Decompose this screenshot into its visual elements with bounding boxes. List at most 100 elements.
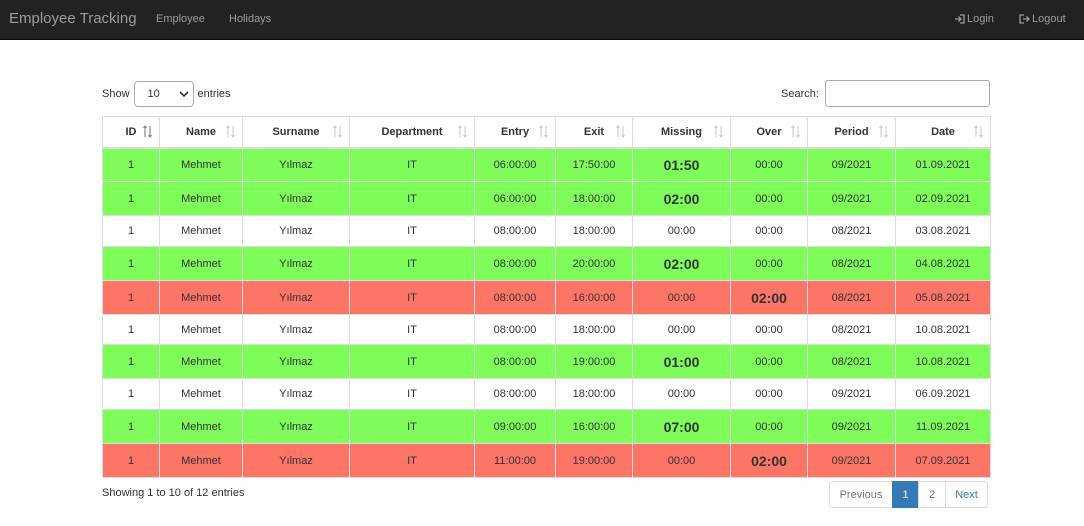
show-label: Show (102, 88, 130, 100)
cell-entry: 08:00:00 (474, 246, 556, 281)
column-header-label: Missing (661, 125, 702, 138)
search-input[interactable] (824, 80, 990, 107)
cell-date: 11.09.2021 (895, 409, 991, 444)
column-header-id[interactable]: ID (102, 116, 160, 149)
sort-icon (226, 125, 235, 138)
cell-department: IT (349, 378, 475, 410)
cell-name: Mehmet (159, 314, 243, 345)
cell-entry: 11:00:00 (474, 443, 556, 478)
cell-exit: 18:00:00 (555, 314, 633, 345)
column-header-surname[interactable]: Surname (242, 116, 350, 149)
table-info: Showing 1 to 10 of 12 entries (102, 487, 245, 499)
column-header-over[interactable]: Over (730, 116, 808, 149)
cell-department: IT (349, 181, 475, 216)
cell-missing: 00:00 (632, 378, 731, 410)
cell-over: 02:00 (730, 280, 808, 315)
sort-icon (974, 125, 983, 138)
brand-link[interactable]: Employee Tracking (9, 10, 137, 27)
column-header-period[interactable]: Period (807, 116, 896, 149)
cell-exit: 20:00:00 (555, 246, 633, 281)
table-row: 1 Mehmet Yılmaz IT 08:00:00 18:00:00 00:00 00:0… (102, 378, 991, 410)
cell-date: 04.08.2021 (895, 246, 991, 281)
column-header-label: ID (125, 125, 137, 138)
navbar: Employee Tracking Employee Holidays Logi… (0, 0, 1084, 40)
page-2-button[interactable]: 2 (918, 481, 946, 508)
cell-department: IT (349, 147, 475, 182)
cell-entry: 08:00:00 (474, 378, 556, 410)
cell-missing: 00:00 (632, 443, 731, 478)
sort-icon (879, 125, 888, 138)
table-row: 1 Mehmet Yılmaz IT 08:00:00 20:00:00 02:00 00:0… (102, 246, 991, 281)
cell-period: 09/2021 (807, 443, 896, 478)
cell-name: Mehmet (159, 147, 243, 182)
cell-surname: Yılmaz (242, 378, 350, 410)
column-header-missing[interactable]: Missing (632, 116, 731, 149)
search-control: Search: (781, 80, 990, 107)
cell-exit: 18:00:00 (555, 215, 633, 247)
cell-period: 09/2021 (807, 181, 896, 216)
cell-department: IT (349, 344, 475, 379)
cell-period: 09/2021 (807, 147, 896, 182)
cell-missing: 00:00 (632, 314, 731, 345)
cell-name: Mehmet (159, 443, 243, 478)
chevron-down-icon (178, 90, 189, 97)
cell-over: 00:00 (730, 344, 808, 379)
cell-name: Mehmet (159, 215, 243, 247)
cell-over: 00:00 (730, 378, 808, 410)
cell-period: 08/2021 (807, 344, 896, 379)
nav-employee[interactable]: Employee (156, 13, 205, 25)
previous-page-button[interactable]: Previous (829, 481, 893, 508)
table-row: 1 Mehmet Yılmaz IT 06:00:00 17:50:00 01:50 00:0… (102, 147, 991, 182)
cell-id: 1 (102, 443, 160, 478)
cell-missing: 02:00 (632, 181, 731, 216)
column-header-name[interactable]: Name (159, 116, 243, 149)
table-body: 1 Mehmet Yılmaz IT 06:00:00 17:50:00 01:50 00:0… (102, 147, 991, 478)
column-header-entry[interactable]: Entry (474, 116, 556, 149)
cell-id: 1 (102, 280, 160, 315)
cell-surname: Yılmaz (242, 246, 350, 281)
logout-link[interactable]: Logout (1019, 13, 1066, 25)
login-link[interactable]: Login (954, 13, 994, 25)
column-header-date[interactable]: Date (895, 116, 991, 149)
next-page-button[interactable]: Next (945, 481, 988, 508)
pagination: Previous 1 2 Next (829, 481, 988, 508)
page-1-button[interactable]: 1 (892, 481, 919, 508)
cell-exit: 16:00:00 (555, 280, 633, 315)
cell-entry: 08:00:00 (474, 215, 556, 247)
cell-surname: Yılmaz (242, 409, 350, 444)
cell-date: 01.09.2021 (895, 147, 991, 182)
column-header-label: Name (186, 125, 216, 138)
cell-period: 08/2021 (807, 246, 896, 281)
cell-period: 08/2021 (807, 280, 896, 315)
column-header-exit[interactable]: Exit (555, 116, 633, 149)
page-size-select[interactable]: 10 (133, 81, 194, 107)
cell-entry: 06:00:00 (474, 147, 556, 182)
logout-label: Logout (1032, 13, 1066, 25)
cell-id: 1 (102, 314, 160, 345)
cell-surname: Yılmaz (242, 215, 350, 247)
sort-ascending-icon (143, 125, 152, 138)
table-row: 1 Mehmet Yılmaz IT 06:00:00 18:00:00 02:00 00:0… (102, 181, 991, 216)
cell-over: 02:00 (730, 443, 808, 478)
sort-icon (333, 125, 342, 138)
cell-exit: 18:00:00 (555, 378, 633, 410)
cell-id: 1 (102, 147, 160, 182)
cell-name: Mehmet (159, 344, 243, 379)
nav-holidays[interactable]: Holidays (229, 13, 271, 25)
column-header-label: Department (381, 125, 443, 138)
column-header-department[interactable]: Department (349, 116, 475, 149)
logout-icon (1019, 14, 1030, 24)
table-row: 1 Mehmet Yılmaz IT 08:00:00 16:00:00 00:00 02:0… (102, 280, 991, 315)
cell-department: IT (349, 409, 475, 444)
cell-id: 1 (102, 344, 160, 379)
cell-over: 00:00 (730, 181, 808, 216)
cell-over: 00:00 (730, 246, 808, 281)
cell-entry: 08:00:00 (474, 344, 556, 379)
cell-date: 03.08.2021 (895, 215, 991, 247)
sort-icon (616, 125, 625, 138)
cell-department: IT (349, 314, 475, 345)
cell-missing: 01:00 (632, 344, 731, 379)
cell-name: Mehmet (159, 409, 243, 444)
cell-department: IT (349, 280, 475, 315)
cell-surname: Yılmaz (242, 181, 350, 216)
